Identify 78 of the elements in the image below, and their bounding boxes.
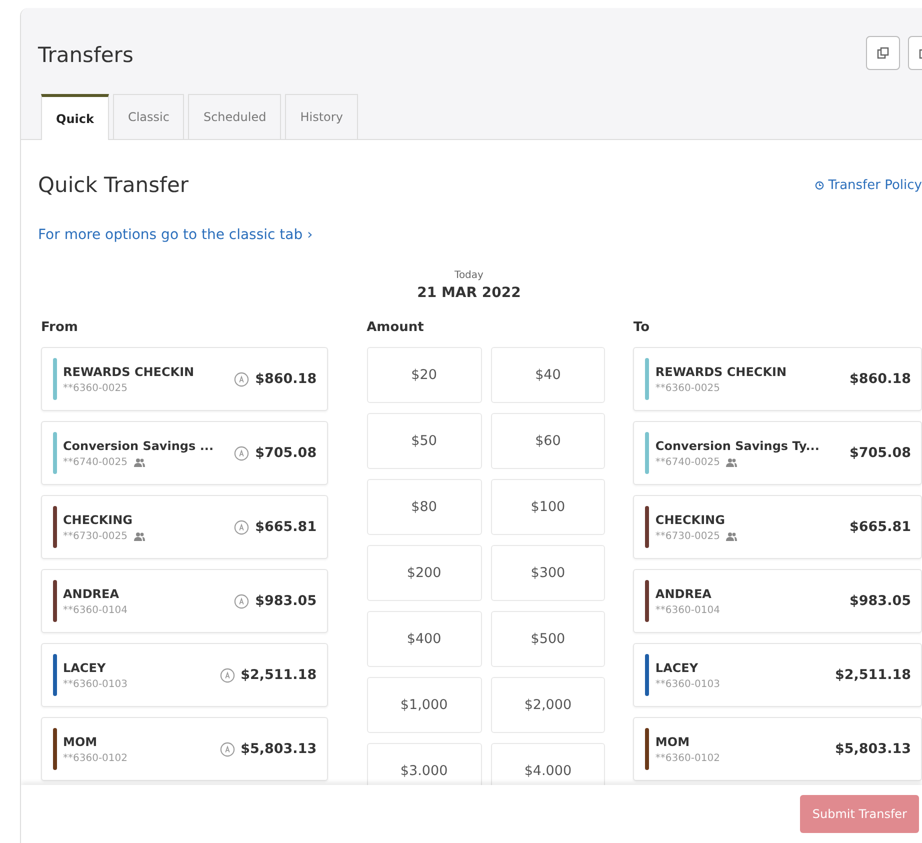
account-balance: $860.18: [255, 370, 317, 389]
account-number: **6730-0025: [63, 530, 128, 544]
amount-button[interactable]: $60: [490, 413, 606, 469]
account-number: **6740-0025: [63, 456, 128, 470]
account-balance: $5,803.13: [834, 740, 911, 759]
amount-button[interactable]: $40: [490, 347, 606, 403]
transfer-date: 21 MAR 2022: [416, 284, 522, 302]
amount-button[interactable]: $100: [490, 479, 606, 535]
amount-button[interactable]: $200: [366, 545, 482, 601]
date-label: Today: [454, 268, 484, 282]
account-balance: $983.05: [255, 592, 317, 611]
account-number: **6740-0025: [655, 456, 720, 470]
page-title: Transfers: [38, 42, 134, 69]
amount-button[interactable]: $50: [366, 413, 482, 469]
account-name: LACEY: [63, 660, 107, 676]
amount-button[interactable]: $500: [490, 611, 606, 667]
account-name: CHECKING: [63, 512, 134, 528]
account-card[interactable]: REWARDS CHECKIN **6360-0025 $860.18: [41, 347, 328, 411]
account-balance: $2,511.18: [834, 666, 911, 685]
account-balance: $983.05: [850, 592, 911, 611]
column-heading: Amount: [366, 318, 425, 336]
account-balance: $705.08: [850, 444, 911, 463]
tab[interactable]: Quick: [41, 94, 109, 140]
copy-button[interactable]: [866, 36, 900, 70]
account-card[interactable]: Conversion Savings ... **6740-0025 $705.08: [41, 421, 328, 485]
account-number: **6360-0104: [63, 604, 128, 618]
account-number: **6360-0103: [63, 678, 128, 692]
amount-button[interactable]: $20: [366, 347, 482, 403]
account-name: MOM: [63, 734, 98, 750]
account-card[interactable]: MOM **6360-0102 $5,803.13: [633, 717, 922, 781]
account-number: **6360-0025: [63, 382, 128, 396]
column-heading: To: [633, 318, 650, 336]
account-number: **6360-0102: [655, 752, 720, 766]
tab[interactable]: Classic: [112, 94, 184, 139]
amount-button[interactable]: $3.000: [366, 743, 482, 785]
account-name: ANDREA: [655, 586, 712, 602]
account-card[interactable]: ANDREA **6360-0104 $983.05: [633, 569, 922, 633]
amount-button[interactable]: $4.000: [490, 743, 606, 785]
classic-tab-link[interactable]: For more options go to the classic tab ›: [38, 226, 313, 242]
account-balance: $705.08: [255, 444, 317, 463]
tab[interactable]: History: [285, 94, 358, 139]
account-card[interactable]: LACEY **6360-0103 $2,511.18: [633, 643, 922, 707]
account-card[interactable]: Conversion Savings Ty... **6740-0025 $705.08: [633, 421, 922, 485]
account-balance: $665.81: [255, 518, 317, 537]
amount-button[interactable]: $1,000: [366, 677, 482, 733]
clock-icon: [815, 181, 824, 190]
amount-button[interactable]: $2,000: [490, 677, 606, 733]
account-balance: $860.18: [850, 370, 911, 389]
account-balance: $2,511.18: [240, 666, 317, 685]
account-balance: $5,803.13: [240, 740, 317, 759]
section-title: Quick Transfer: [38, 172, 188, 199]
account-name: Conversion Savings ...: [63, 438, 214, 454]
amount-button[interactable]: $300: [490, 545, 606, 601]
account-number: **6360-0104: [655, 604, 720, 618]
account-name: MOM: [655, 734, 691, 750]
account-name: REWARDS CHECKIN: [63, 364, 196, 380]
account-name: LACEY: [655, 660, 700, 676]
account-balance: $665.81: [850, 518, 911, 537]
account-name: CHECKING: [655, 512, 726, 528]
account-number: **6360-0103: [655, 678, 720, 692]
amount-button[interactable]: $400: [366, 611, 482, 667]
account-card[interactable]: REWARDS CHECKIN **6360-0025 $860.18: [633, 347, 922, 411]
tab[interactable]: Scheduled: [188, 94, 282, 139]
account-card[interactable]: ANDREA **6360-0104 $983.05: [41, 569, 328, 633]
account-name: ANDREA: [63, 586, 120, 602]
account-card[interactable]: MOM **6360-0102 $5,803.13: [41, 717, 328, 781]
transfer-policy-link[interactable]: Transfer Policy: [815, 176, 922, 196]
account-card[interactable]: CHECKING **6730-0025 $665.81: [633, 495, 922, 559]
account-number: **6730-0025: [655, 530, 720, 544]
column-heading: From: [41, 318, 79, 336]
account-number: **6360-0102: [63, 752, 128, 766]
account-name: REWARDS CHECKIN: [655, 364, 788, 380]
account-number: **6360-0025: [655, 382, 720, 396]
account-card[interactable]: CHECKING **6730-0025 $665.81: [41, 495, 328, 559]
account-name: Conversion Savings Ty...: [655, 438, 820, 454]
account-card[interactable]: LACEY **6360-0103 $2,511.18: [41, 643, 328, 707]
copy-icon: [877, 47, 889, 59]
amount-button[interactable]: $80: [366, 479, 482, 535]
